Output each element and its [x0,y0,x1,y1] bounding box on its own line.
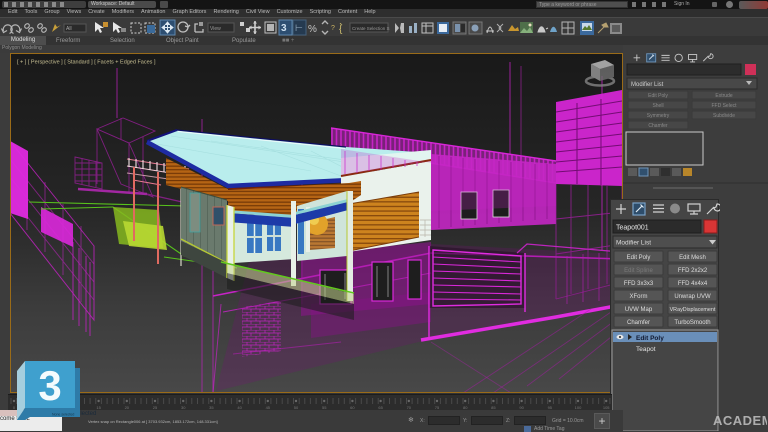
svg-text:Chamfer: Chamfer [648,123,668,129]
svg-text:Edit Poly: Edit Poly [648,93,668,99]
svg-text:Create Selection S: Create Selection S [352,26,390,31]
svg-text:View: View [210,26,221,32]
svg-text:Modifier List: Modifier List [616,240,651,247]
svg-text:Edit Poly: Edit Poly [627,255,651,261]
svg-text:Edit Spline: Edit Spline [624,268,653,274]
svg-text:TurboSmooth: TurboSmooth [674,320,710,326]
svg-text:FFD Select: FFD Select [711,103,737,109]
svg-text:3: 3 [281,23,287,34]
svg-text:⊢: ⊢ [295,23,303,33]
svg-text:None selected: None selected [52,413,74,417]
svg-text:3: 3 [38,362,61,409]
svg-text:Teapot001: Teapot001 [616,225,649,232]
svg-text:Symmetry: Symmetry [647,113,670,119]
svg-text:VRayDisplacement: VRayDisplacement [670,307,716,313]
svg-text:Teapot: Teapot [636,346,656,353]
svg-text:All: All [66,26,72,32]
svg-text:XForm: XForm [630,294,648,300]
svg-text:FFD 3x3x3: FFD 3x3x3 [624,281,654,287]
svg-text:{̀: {̀ [339,22,343,35]
svg-text:Chamfer: Chamfer [627,320,650,326]
svg-text:Modifier List: Modifier List [631,82,664,88]
svg-text:Extrude: Extrude [715,93,732,99]
svg-text:%: % [308,24,317,35]
svg-text:Shell: Shell [652,103,663,109]
svg-text:FFD 2x2x2: FFD 2x2x2 [678,268,708,274]
svg-text:Subdivide: Subdivide [713,113,735,119]
svg-text:[ + ] [ Perspective ] [ Standa: [ + ] [ Perspective ] [ Standard ] [ Fac… [17,60,156,66]
svg-text:UVW Map: UVW Map [625,307,653,313]
svg-text:?: ? [331,25,335,32]
svg-text:Edit Poly: Edit Poly [636,335,664,342]
svg-text:Edit Mesh: Edit Mesh [679,255,706,261]
svg-text:Unwrap UVW: Unwrap UVW [674,294,711,300]
svg-text:FFD 4x4x4: FFD 4x4x4 [678,281,708,287]
